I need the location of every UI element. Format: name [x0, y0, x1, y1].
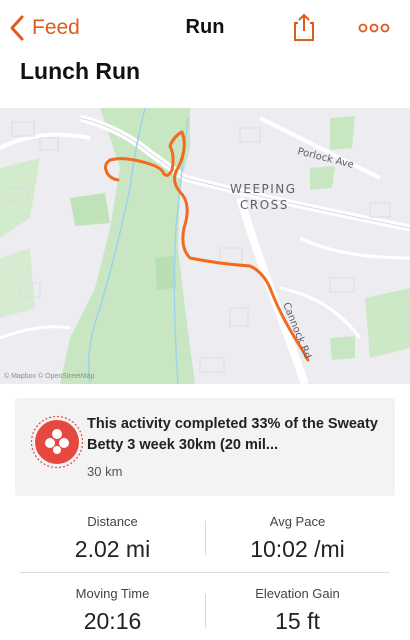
challenge-progress-card[interactable]: This activity completed 33% of the Sweat…	[15, 398, 395, 496]
divider	[205, 521, 206, 555]
more-options-icon[interactable]	[358, 18, 390, 38]
stat-label: Distance	[87, 514, 138, 529]
stat-elevation-gain: Elevation Gain 15 ft	[205, 586, 390, 635]
stat-distance: Distance 2.02 mi	[20, 514, 205, 563]
activity-title: Lunch Run	[20, 58, 141, 84]
divider	[205, 594, 206, 628]
challenge-distance: 30 km	[87, 464, 123, 479]
stat-value: 20:16	[83, 608, 142, 634]
map-label-cross: CROSS	[240, 198, 289, 212]
route-map[interactable]: Porlock Ave WEEPING CROSS Cannock Rd © M…	[0, 108, 410, 384]
stats-grid: Distance 2.02 mi Avg Pace 10:02 /mi Movi…	[20, 505, 390, 640]
stat-label: Moving Time	[75, 586, 150, 601]
map-canvas: Porlock Ave WEEPING CROSS Cannock Rd	[0, 108, 410, 384]
share-icon[interactable]	[292, 12, 316, 42]
page-title: Run	[185, 16, 225, 38]
stat-avg-pace: Avg Pace 10:02 /mi	[205, 514, 390, 563]
divider	[20, 572, 390, 573]
stat-value: 2.02 mi	[74, 536, 151, 562]
stat-moving-time: Moving Time 20:16	[20, 586, 205, 635]
challenge-badge-icon	[30, 415, 84, 469]
stat-label: Elevation Gain	[255, 586, 340, 601]
stat-value: 10:02 /mi	[250, 536, 345, 562]
map-label-weeping: WEEPING	[230, 182, 297, 196]
top-nav-bar: Feed Run	[0, 0, 410, 56]
stat-label: Avg Pace	[269, 514, 326, 529]
stat-value: 15 ft	[275, 608, 320, 634]
map-attribution: © Mapbox © OpenStreetMap	[4, 373, 95, 380]
challenge-text: This activity completed 33% of the Sweat…	[87, 416, 378, 453]
